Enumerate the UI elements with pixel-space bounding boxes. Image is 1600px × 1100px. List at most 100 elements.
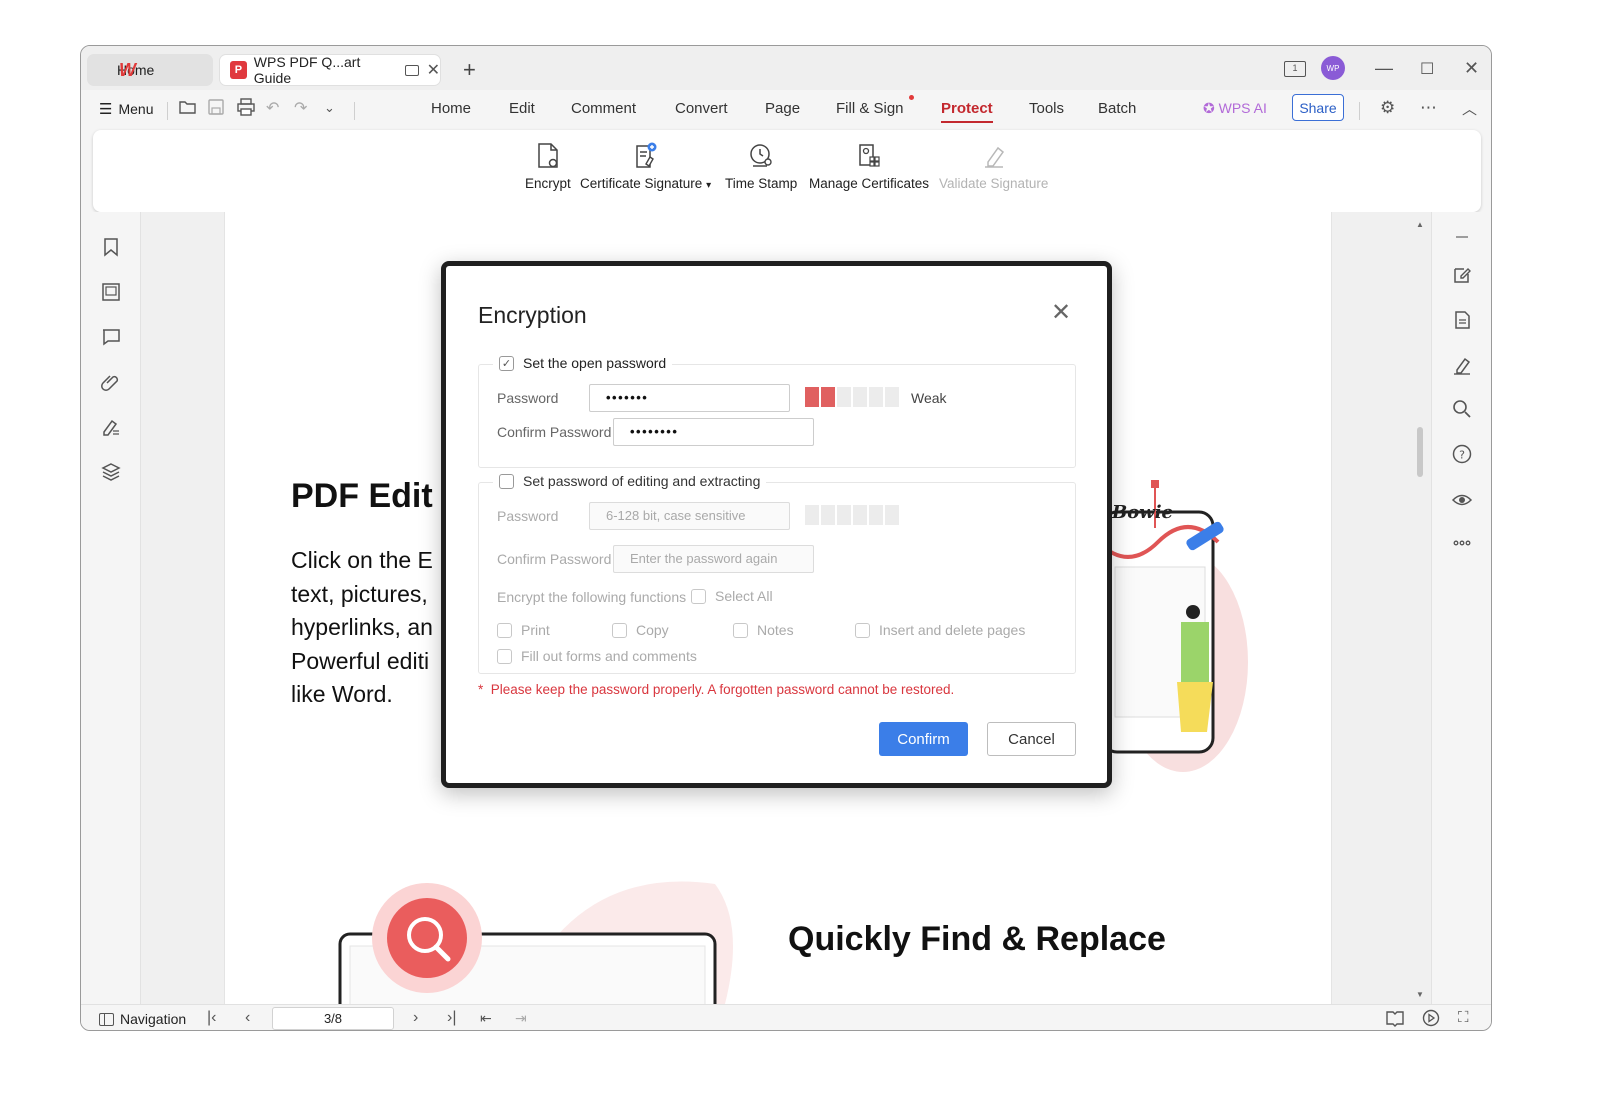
panel-icon xyxy=(99,1012,114,1026)
navigation-button[interactable]: Navigation xyxy=(99,1011,186,1027)
avatar[interactable]: WP xyxy=(1321,56,1345,80)
edit-confirm-password-label: Confirm Password xyxy=(497,551,612,567)
encrypt-button[interactable]: Encrypt xyxy=(525,142,571,191)
signature-icon[interactable] xyxy=(100,416,122,438)
right-sidebar: ? xyxy=(1431,212,1491,1004)
validate-signature-button[interactable]: Validate Signature xyxy=(939,142,1048,191)
certificate-signature-button[interactable]: Certificate Signature ▾ xyxy=(580,142,711,191)
search-icon[interactable] xyxy=(1451,398,1473,420)
more-icon[interactable] xyxy=(1451,532,1473,554)
tab-tools[interactable]: Tools xyxy=(1029,100,1064,117)
tab-home-menu[interactable]: Home xyxy=(431,100,471,117)
edit-password-checkbox[interactable]: Set password of editing and extracting xyxy=(493,473,767,489)
select-all-checkbox[interactable]: Select All xyxy=(691,588,773,604)
scroll-thumb[interactable] xyxy=(1417,427,1423,477)
open-confirm-password-input[interactable]: •••••••• xyxy=(613,418,814,446)
more-options-icon[interactable]: ⋯ xyxy=(1420,98,1437,118)
fill-forms-comments-checkbox[interactable]: Fill out forms and comments xyxy=(497,648,697,664)
edit-confirm-password-input[interactable]: Enter the password again xyxy=(613,545,814,573)
thumbnail-icon[interactable] xyxy=(100,281,122,303)
notes-checkbox[interactable]: Notes xyxy=(733,622,794,638)
tab-edit[interactable]: Edit xyxy=(509,100,535,117)
new-tab-button[interactable]: + xyxy=(463,57,476,83)
tab-home[interactable]: Home xyxy=(87,54,213,86)
view-eye-icon[interactable] xyxy=(1451,488,1473,510)
menu-button[interactable]: ☰ Menu xyxy=(99,100,153,118)
first-page-icon[interactable]: |‹ xyxy=(207,1009,216,1027)
save-icon[interactable] xyxy=(207,98,225,121)
edit-icon[interactable] xyxy=(1451,264,1473,286)
settings-gear-icon[interactable]: ⚙ xyxy=(1380,98,1395,118)
last-page-icon[interactable]: ›| xyxy=(447,1009,456,1027)
open-password-checkbox[interactable]: ✓ Set the open password xyxy=(493,355,673,371)
manage-certificates-icon xyxy=(859,144,880,167)
minimize-icon[interactable]: — xyxy=(1375,58,1393,79)
attachment-icon[interactable] xyxy=(100,371,122,393)
vertical-scrollbar[interactable]: ▲ ▼ xyxy=(1413,212,1429,1004)
copy-checkbox[interactable]: Copy xyxy=(612,622,669,638)
tab-convert[interactable]: Convert xyxy=(675,100,728,117)
comment-icon[interactable] xyxy=(100,326,122,348)
tab-batch[interactable]: Batch xyxy=(1098,100,1136,117)
print-checkbox[interactable]: Print xyxy=(497,622,550,638)
bookmark-icon[interactable] xyxy=(100,236,122,258)
redo-icon[interactable]: ↷ xyxy=(294,98,307,118)
checkbox-unchecked-icon xyxy=(499,473,514,489)
forward-view-icon[interactable]: ⇥ xyxy=(515,1010,527,1027)
undo-icon[interactable]: ↶ xyxy=(266,98,279,118)
checkbox-unchecked-icon xyxy=(733,622,748,638)
dual-view-icon[interactable]: 1 xyxy=(1284,61,1306,77)
edit-password-strength-meter xyxy=(805,505,899,525)
password-label: Password xyxy=(497,390,559,406)
maximize-icon[interactable]: ☐ xyxy=(1420,59,1434,79)
insert-delete-pages-checkbox[interactable]: Insert and delete pages xyxy=(855,622,1025,638)
page-number-input[interactable]: 3/8 xyxy=(272,1007,394,1030)
manage-certificates-button[interactable]: Manage Certificates xyxy=(809,142,929,191)
checkbox-unchecked-icon xyxy=(612,622,627,638)
collapse-ribbon-icon[interactable]: ︿ xyxy=(1462,98,1477,119)
layers-icon[interactable] xyxy=(100,461,122,483)
checkbox-unchecked-icon xyxy=(497,622,512,638)
scroll-down-icon[interactable]: ▼ xyxy=(1416,990,1424,999)
illustration-text: Bowie xyxy=(1112,502,1174,523)
chevron-down-icon[interactable]: ⌄ xyxy=(324,100,335,116)
collapse-panel-icon[interactable] xyxy=(1451,226,1473,248)
tab-page[interactable]: Page xyxy=(765,100,800,117)
close-tab-icon[interactable]: ✕ xyxy=(427,60,440,80)
tab-fill-sign[interactable]: Fill & Sign xyxy=(836,100,904,117)
screen-icon[interactable] xyxy=(405,64,419,76)
tab-document-label: WPS PDF Q...art Guide xyxy=(253,54,361,86)
wps-ai-button[interactable]: ✪ WPS AI xyxy=(1203,100,1267,117)
notification-dot xyxy=(909,95,914,100)
confirm-button[interactable]: Confirm xyxy=(879,722,968,756)
document-properties-icon[interactable] xyxy=(1451,309,1473,331)
help-icon[interactable]: ? xyxy=(1451,443,1473,465)
laptop-illustration xyxy=(338,881,733,1004)
checkbox-unchecked-icon xyxy=(497,648,512,664)
open-folder-icon[interactable] xyxy=(178,98,198,121)
sign-pen-icon[interactable] xyxy=(1451,354,1473,376)
tab-comment[interactable]: Comment xyxy=(571,100,636,117)
print-icon[interactable] xyxy=(236,98,256,121)
tab-protect[interactable]: Protect xyxy=(941,100,993,123)
close-dialog-icon[interactable]: ✕ xyxy=(1051,298,1071,327)
tab-bar: Home W P WPS PDF Q...art Guide ✕ + 1 WP … xyxy=(81,46,1491,90)
cancel-button[interactable]: Cancel xyxy=(987,722,1076,756)
scroll-up-icon[interactable]: ▲ xyxy=(1416,220,1424,229)
back-view-icon[interactable]: ⇤ xyxy=(480,1010,492,1027)
tab-document[interactable]: P WPS PDF Q...art Guide ✕ xyxy=(219,54,441,86)
close-window-icon[interactable]: ✕ xyxy=(1464,58,1479,79)
share-button[interactable]: Share xyxy=(1292,94,1344,121)
previous-page-icon[interactable]: ‹ xyxy=(245,1009,250,1027)
time-stamp-button[interactable]: Time Stamp xyxy=(725,142,797,191)
play-icon[interactable] xyxy=(1421,1009,1441,1030)
reading-mode-icon[interactable] xyxy=(1385,1009,1405,1030)
checkbox-unchecked-icon xyxy=(691,588,706,604)
edit-password-input[interactable]: 6-128 bit, case sensitive xyxy=(589,502,790,530)
next-page-icon[interactable]: › xyxy=(413,1009,418,1027)
open-password-input[interactable]: ••••••• xyxy=(589,384,790,412)
fullscreen-icon[interactable]: ⛶ xyxy=(1458,1009,1469,1026)
checkbox-checked-icon: ✓ xyxy=(499,355,514,371)
dropdown-caret-icon: ▾ xyxy=(706,180,712,191)
checkbox-unchecked-icon xyxy=(855,622,870,638)
